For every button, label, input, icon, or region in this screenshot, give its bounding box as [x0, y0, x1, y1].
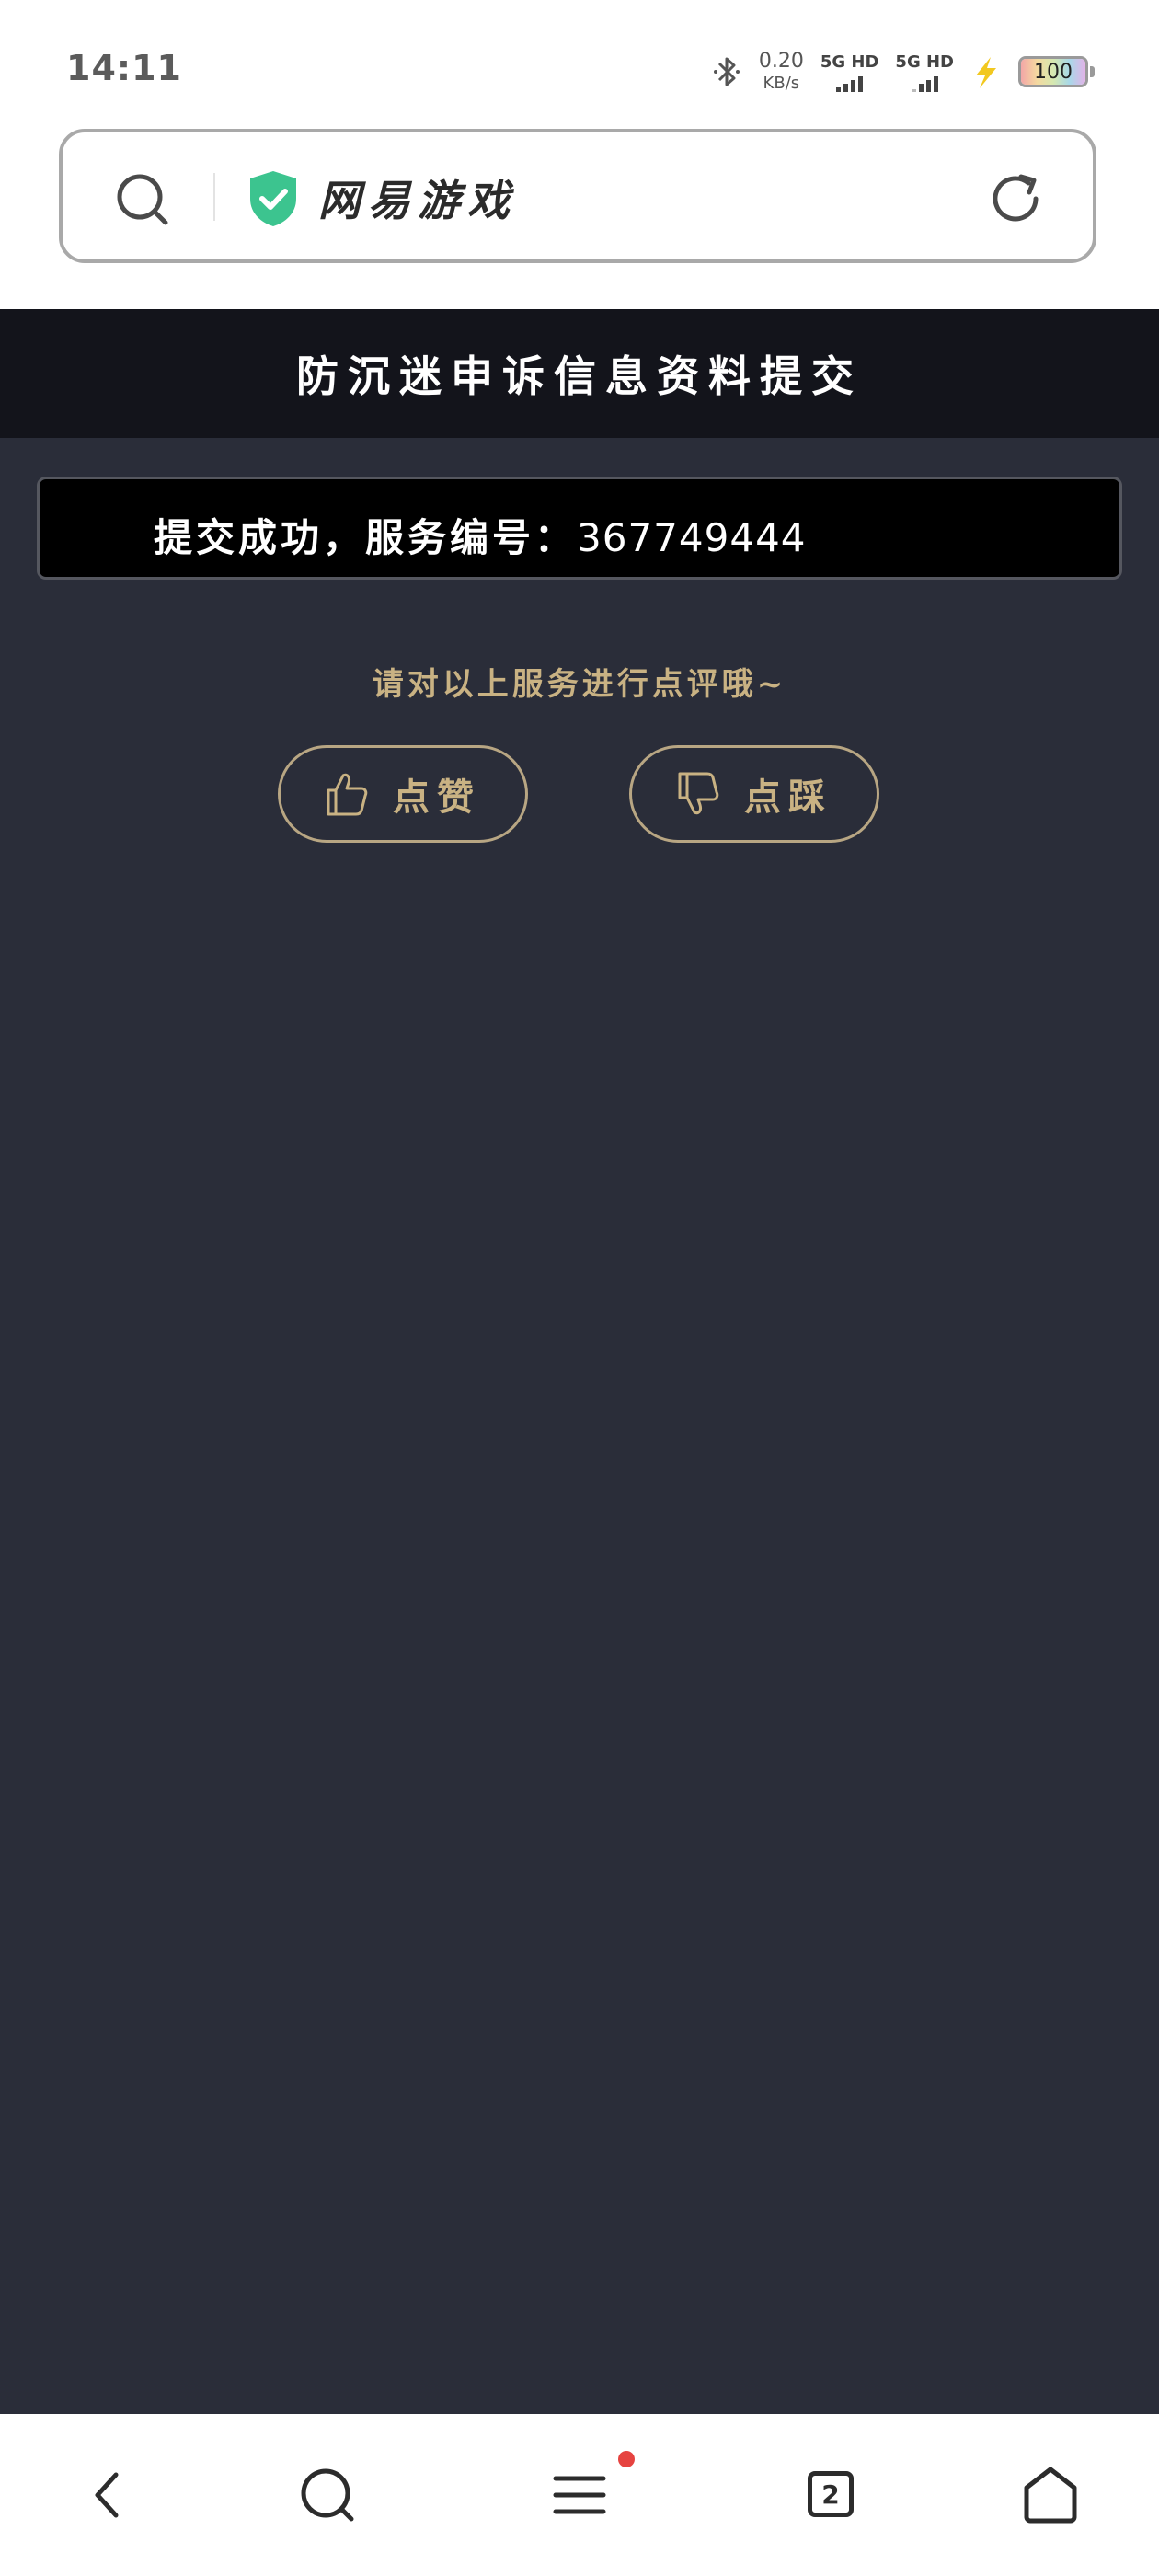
thumbs-down-icon — [678, 772, 719, 815]
battery-level: 100 — [1034, 60, 1073, 84]
signal-bars-icon — [911, 75, 938, 92]
network-speed: 0.20 KB/s — [759, 52, 804, 92]
home-icon[interactable] — [1019, 2464, 1082, 2526]
success-message-box: 提交成功，服务编号：367749444 — [37, 477, 1122, 580]
success-label: 提交成功，服务编号： — [154, 515, 578, 560]
page-header: 防沉迷申诉信息资料提交 — [0, 309, 1159, 438]
address-bar[interactable]: 网易游戏 — [59, 129, 1096, 263]
signal-bars-icon — [836, 75, 864, 92]
menu-icon[interactable] — [548, 2464, 611, 2526]
sim1-label: 5G HD — [820, 52, 879, 72]
like-label: 点赞 — [393, 776, 481, 819]
like-button[interactable]: 点赞 — [278, 745, 528, 843]
search-icon[interactable] — [114, 171, 171, 228]
battery-tip — [1090, 66, 1095, 77]
network-speed-value: 0.20 — [758, 50, 804, 73]
sim1-signal: 5G HD — [820, 52, 879, 92]
page-title: 防沉迷申诉信息资料提交 — [296, 351, 863, 401]
dislike-label: 点踩 — [744, 776, 832, 819]
rate-prompt: 请对以上服务进行点评哦~ — [372, 666, 787, 703]
success-message: 提交成功，服务编号：367749444 — [154, 507, 807, 563]
status-time: 14:11 — [66, 48, 182, 88]
address-divider — [213, 173, 215, 221]
sim2-label: 5G HD — [895, 52, 954, 72]
tab-count: 2 — [821, 2478, 840, 2510]
battery-icon: 100 — [1018, 56, 1088, 87]
sim2-signal: 5G HD — [895, 52, 954, 92]
network-speed-unit: KB/s — [763, 74, 800, 93]
refresh-icon[interactable] — [988, 171, 1045, 228]
thumbs-up-icon — [327, 773, 368, 816]
bottom-navigation: 2 — [0, 2414, 1159, 2576]
menu-notification-dot — [618, 2451, 635, 2467]
tabs-icon[interactable]: 2 — [808, 2471, 854, 2517]
status-bar: 14:11 0.20 KB/s 5G HD 5G HD 100 — [0, 0, 1159, 129]
verified-shield-icon — [250, 171, 296, 226]
site-title: 网易游戏 — [318, 176, 517, 225]
search-icon[interactable] — [296, 2464, 359, 2526]
charging-bolt-icon — [976, 57, 996, 88]
browser-toolbar: 网易游戏 — [0, 129, 1159, 309]
dislike-button[interactable]: 点踩 — [629, 745, 879, 843]
status-indicators: 0.20 KB/s 5G HD 5G HD 100 — [711, 44, 1095, 99]
back-icon[interactable] — [79, 2464, 142, 2526]
service-number: 367749444 — [577, 515, 807, 560]
bluetooth-icon — [713, 57, 740, 86]
